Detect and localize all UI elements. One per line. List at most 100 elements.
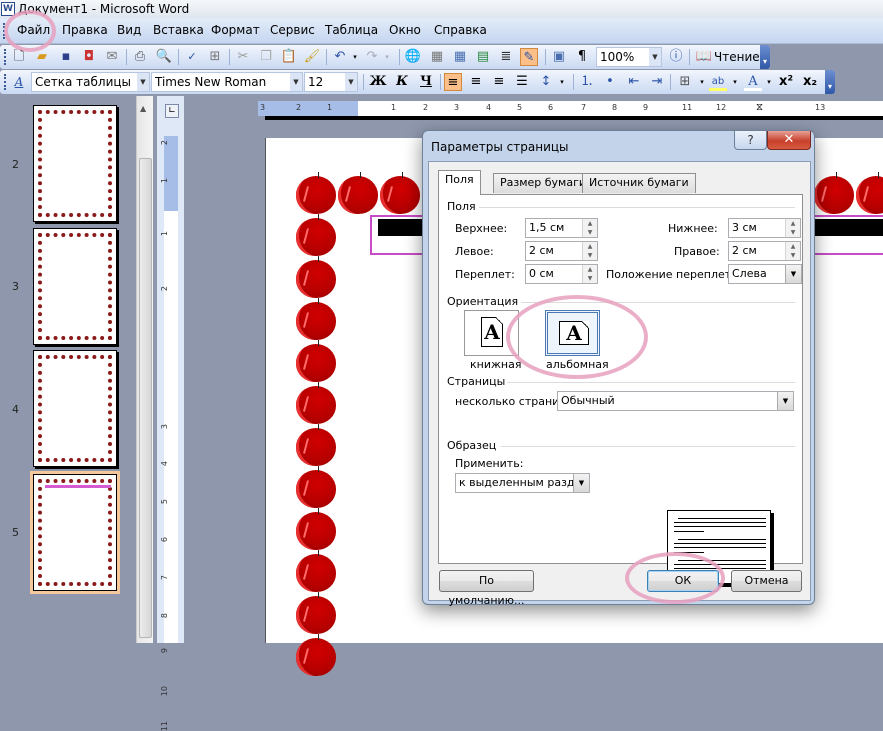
- menu-edit[interactable]: Правка: [62, 23, 108, 37]
- spin-down-icon[interactable]: ▼: [786, 228, 800, 237]
- spinner[interactable]: ▲ ▼: [582, 242, 597, 260]
- italic-button[interactable]: К: [393, 73, 411, 91]
- decrease-indent-icon[interactable]: ⇤: [625, 73, 643, 91]
- font-combo[interactable]: Times New Roman ▼: [151, 72, 303, 92]
- top-margin-input[interactable]: 1,5 см ▲ ▼: [525, 218, 598, 238]
- insert-table-icon[interactable]: ▦: [451, 48, 469, 66]
- ok-button[interactable]: ОК: [647, 570, 719, 592]
- chevron-down-icon[interactable]: ▼: [137, 73, 149, 91]
- spin-down-icon[interactable]: ▼: [786, 251, 800, 260]
- cut-icon[interactable]: ✂: [234, 48, 252, 66]
- chevron-down-icon[interactable]: ▼: [785, 265, 801, 283]
- save-icon[interactable]: ▪: [57, 48, 75, 66]
- redo-dropdown-icon[interactable]: ▾: [378, 48, 396, 66]
- page-thumbnail-selected[interactable]: [30, 471, 120, 594]
- spin-up-icon[interactable]: ▲: [583, 265, 597, 274]
- cancel-button[interactable]: Отмена: [731, 570, 802, 592]
- borders-icon[interactable]: ⊞: [676, 73, 694, 91]
- zoom-combo[interactable]: 100% ▼: [596, 47, 662, 67]
- spin-down-icon[interactable]: ▼: [583, 274, 597, 283]
- underline-button[interactable]: Ч: [417, 73, 435, 91]
- spin-down-icon[interactable]: ▼: [583, 251, 597, 260]
- increase-indent-icon[interactable]: ⇥: [648, 73, 666, 91]
- columns-icon[interactable]: ≣: [497, 48, 515, 66]
- multiple-pages-select[interactable]: Обычный ▼: [557, 391, 794, 411]
- read-icon[interactable]: 📖: [695, 48, 713, 66]
- chevron-down-icon[interactable]: ▾: [760, 73, 778, 91]
- gutter-position-select[interactable]: Слева ▼: [728, 264, 802, 284]
- permission-icon[interactable]: ◘: [80, 48, 98, 66]
- toolbar-grip[interactable]: [4, 49, 7, 65]
- spin-up-icon[interactable]: ▲: [786, 242, 800, 251]
- spin-up-icon[interactable]: ▲: [786, 219, 800, 228]
- chevron-down-icon[interactable]: ▼: [649, 48, 661, 66]
- chevron-down-icon[interactable]: ▼: [573, 474, 589, 492]
- paste-icon[interactable]: 📋: [280, 48, 298, 66]
- copy-icon[interactable]: ❐: [257, 48, 275, 66]
- align-left-icon[interactable]: ≡: [444, 73, 462, 91]
- spelling-icon[interactable]: ✓: [183, 48, 201, 66]
- superscript-button[interactable]: x²: [777, 73, 795, 91]
- document-map-icon[interactable]: ▣: [550, 48, 568, 66]
- portrait-label[interactable]: книжная: [470, 358, 521, 371]
- toolbar-grip[interactable]: [3, 23, 6, 39]
- drawing-icon[interactable]: ✎: [520, 48, 538, 66]
- new-document-icon[interactable]: 🗋: [10, 48, 28, 66]
- tab-paper-size[interactable]: Размер бумаги: [493, 173, 594, 193]
- menu-insert[interactable]: Вставка: [153, 23, 204, 37]
- spin-up-icon[interactable]: ▲: [583, 242, 597, 251]
- spinner[interactable]: ▲ ▼: [582, 219, 597, 237]
- menu-tools[interactable]: Сервис: [270, 23, 315, 37]
- scroll-up-icon[interactable]: ▲: [140, 104, 146, 113]
- menu-format[interactable]: Формат: [211, 23, 260, 37]
- insert-excel-icon[interactable]: ▤: [474, 48, 492, 66]
- subscript-button[interactable]: x₂: [801, 73, 819, 91]
- tab-paper-source[interactable]: Источник бумаги: [582, 173, 696, 193]
- toolbar-grip[interactable]: [4, 74, 7, 90]
- print-preview-icon[interactable]: 🔍: [155, 48, 173, 66]
- landscape-option[interactable]: A: [545, 310, 600, 356]
- help-icon[interactable]: ⓘ: [667, 48, 685, 66]
- indent-marker[interactable]: ⧖: [756, 101, 763, 115]
- spin-down-icon[interactable]: ▼: [583, 228, 597, 237]
- menu-table[interactable]: Таблица: [325, 23, 378, 37]
- spin-up-icon[interactable]: ▲: [583, 219, 597, 228]
- menu-help[interactable]: Справка: [434, 23, 487, 37]
- chevron-down-icon[interactable]: ▼: [777, 392, 793, 410]
- chevron-down-icon[interactable]: ▾: [726, 73, 744, 91]
- research-icon[interactable]: ⊞: [206, 48, 224, 66]
- align-center-icon[interactable]: ≡: [467, 73, 485, 91]
- open-folder-icon[interactable]: ▰: [33, 48, 51, 66]
- bold-button[interactable]: Ж: [369, 73, 387, 91]
- tables-borders-icon[interactable]: ▦: [428, 48, 446, 66]
- help-button[interactable]: ?: [734, 131, 767, 150]
- spinner[interactable]: ▲ ▼: [785, 219, 800, 237]
- email-icon[interactable]: ✉: [103, 48, 121, 66]
- portrait-option[interactable]: A: [464, 310, 519, 356]
- page-thumbnail[interactable]: [33, 350, 117, 467]
- hyperlink-icon[interactable]: 🌐: [404, 48, 422, 66]
- chevron-down-icon[interactable]: ▼: [345, 73, 357, 91]
- tab-margins[interactable]: Поля: [438, 170, 481, 195]
- spinner[interactable]: ▲ ▼: [785, 242, 800, 260]
- style-combo[interactable]: Сетка таблицы ▼: [31, 72, 150, 92]
- menu-view[interactable]: Вид: [117, 23, 141, 37]
- close-button[interactable]: ✕: [767, 131, 811, 150]
- font-size-combo[interactable]: 12 ▼: [304, 72, 358, 92]
- scrollbar-thumb[interactable]: [139, 158, 152, 638]
- chevron-down-icon[interactable]: ▼: [290, 73, 302, 91]
- undo-dropdown-icon[interactable]: ▾: [346, 48, 364, 66]
- menu-file[interactable]: Файл: [17, 23, 50, 37]
- left-margin-input[interactable]: 2 см ▲ ▼: [525, 241, 598, 261]
- bullets-icon[interactable]: •: [601, 73, 619, 91]
- tab-selector-icon[interactable]: ∟: [165, 104, 179, 118]
- print-icon[interactable]: ⎙: [131, 48, 149, 66]
- apply-to-select[interactable]: к выделенным разделам ▼: [455, 473, 590, 493]
- format-painter-icon[interactable]: 🖌: [303, 48, 321, 66]
- chevron-down-icon[interactable]: ▾: [553, 73, 571, 91]
- styles-formatting-icon[interactable]: A: [10, 73, 28, 91]
- read-button[interactable]: Чтение: [714, 50, 760, 64]
- default-button[interactable]: По умолчанию...: [439, 570, 534, 607]
- right-margin-input[interactable]: 2 см ▲ ▼: [728, 241, 801, 261]
- toolbar-options-icon[interactable]: ▾: [825, 70, 835, 94]
